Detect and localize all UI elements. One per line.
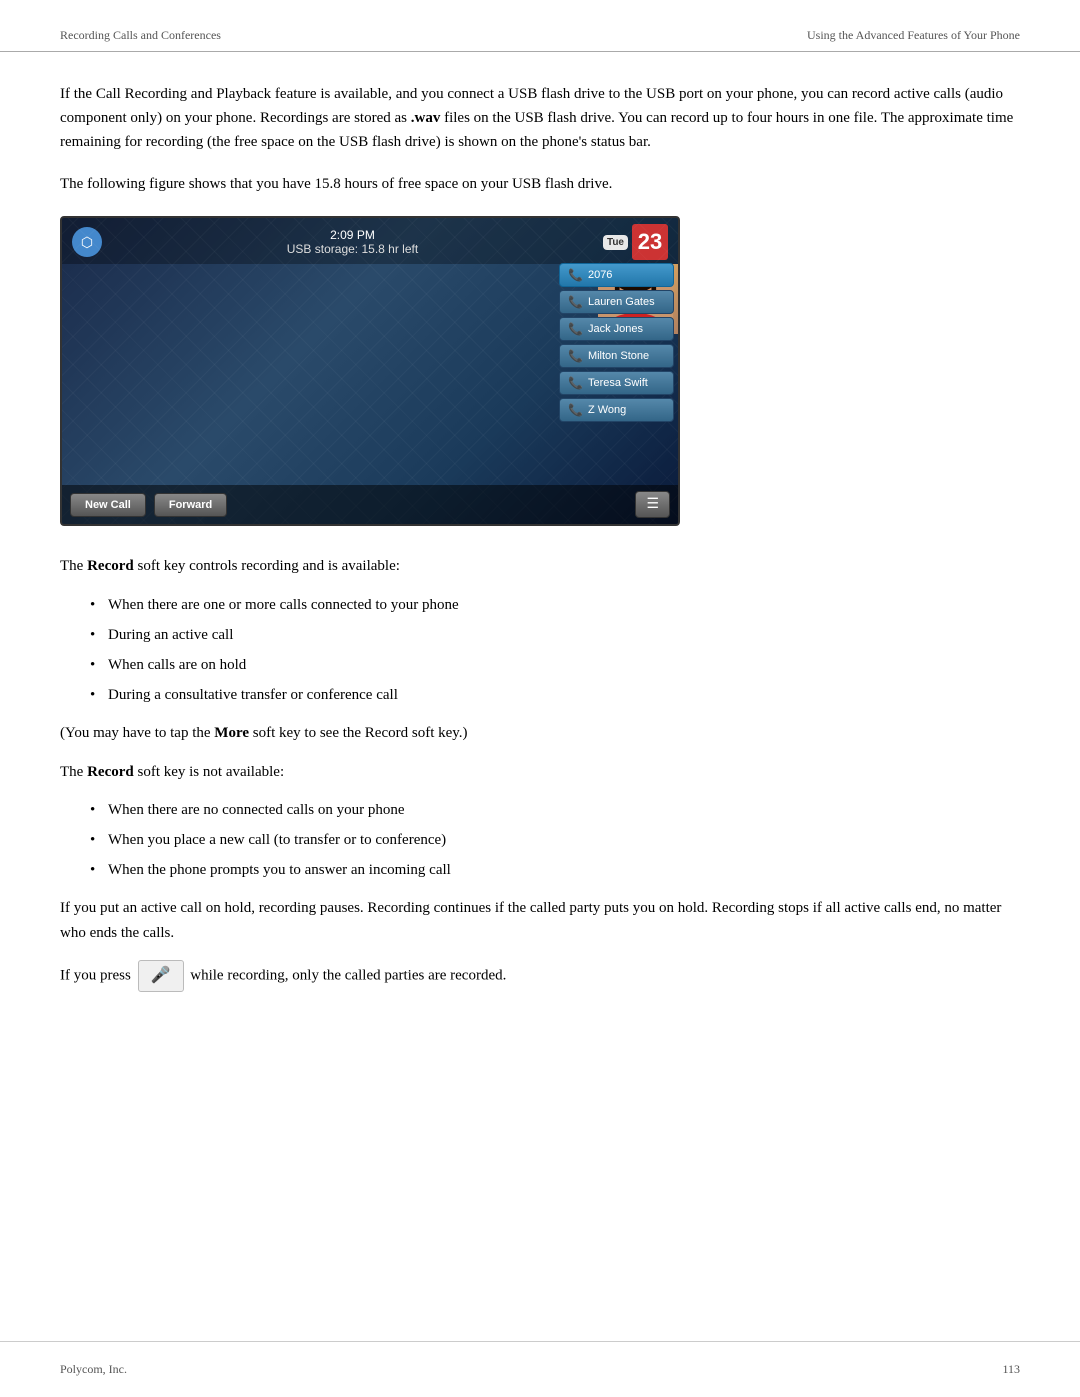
phone-icon-milton: 📞 (568, 349, 583, 363)
record-bold-1: Record (87, 558, 134, 574)
phone-icon-wong: 📞 (568, 403, 583, 417)
contact-btn-milton[interactable]: 📞 Milton Stone (559, 344, 674, 368)
bullet-available-3: When calls are on hold (90, 653, 1020, 677)
new-call-softkey[interactable]: New Call (70, 493, 146, 517)
contact-btn-wong[interactable]: 📞 Z Wong (559, 398, 674, 422)
soft-keys-bar: New Call Forward ☰ (62, 485, 678, 524)
record-available-intro: The Record soft key controls recording a… (60, 554, 1020, 579)
contact-label-milton: Milton Stone (588, 350, 649, 362)
contact-btn-2076[interactable]: 📞 2076 (559, 263, 674, 287)
intro-paragraph-1: If the Call Recording and Playback featu… (60, 82, 1020, 154)
status-bar-center: 2:09 PM USB storage: 15.8 hr left (102, 228, 603, 256)
day-number: 23 (632, 224, 668, 260)
footer-left: Polycom, Inc. (60, 1362, 127, 1377)
mute-button-inline: 🎤 (138, 960, 184, 992)
mute-note: If you press 🎤 while recording, only the… (60, 960, 1020, 992)
contact-label-teresa: Teresa Swift (588, 377, 648, 389)
bullet-not-2: When you place a new call (to transfer o… (90, 828, 1020, 852)
right-buttons: 📞 2076 📞 Lauren Gates 📞 Jack Jones 📞 Mil… (559, 263, 674, 422)
status-bar-right: Tue 23 (603, 224, 668, 260)
phone-icon-lauren: 📞 (568, 295, 583, 309)
forward-softkey[interactable]: Forward (154, 493, 227, 517)
contact-label-2076: 2076 (588, 269, 612, 281)
usb-icon: ⬡ (72, 227, 102, 257)
record-not-available-intro: The Record soft key is not available: (60, 760, 1020, 785)
contact-btn-jack[interactable]: 📞 Jack Jones (559, 317, 674, 341)
phone-icon-2076: 📞 (568, 268, 583, 282)
contact-label-wong: Z Wong (588, 404, 626, 416)
mute-icon: 🎤 (151, 963, 171, 989)
bullets-available: When there are one or more calls connect… (90, 593, 1020, 707)
day-abbr: Tue (603, 235, 628, 250)
contact-label-jack: Jack Jones (588, 323, 643, 335)
page-header: Recording Calls and Conferences Using th… (0, 0, 1080, 52)
more-bold: More (214, 725, 249, 741)
status-bar-left: ⬡ (72, 227, 102, 257)
status-bar: ⬡ 2:09 PM USB storage: 15.8 hr left Tue … (62, 218, 678, 264)
menu-icon-button[interactable]: ☰ (635, 491, 670, 518)
main-content: If the Call Recording and Playback featu… (0, 52, 1080, 1046)
usb-storage-text: USB storage: 15.8 hr left (102, 242, 603, 256)
bullets-not-available: When there are no connected calls on you… (90, 798, 1020, 882)
phone-icon-jack: 📞 (568, 322, 583, 336)
contact-btn-teresa[interactable]: 📞 Teresa Swift (559, 371, 674, 395)
header-left: Recording Calls and Conferences (60, 28, 221, 43)
bullet-available-1: When there are one or more calls connect… (90, 593, 1020, 617)
bullet-available-4: During a consultative transfer or confer… (90, 683, 1020, 707)
more-note: (You may have to tap the More soft key t… (60, 721, 1020, 746)
contact-btn-lauren[interactable]: 📞 Lauren Gates (559, 290, 674, 314)
phone-screenshot: ⬡ 2:09 PM USB storage: 15.8 hr left Tue … (60, 216, 680, 526)
bullet-available-2: During an active call (90, 623, 1020, 647)
footer-right: 113 (1002, 1362, 1020, 1377)
bullet-not-1: When there are no connected calls on you… (90, 798, 1020, 822)
phone-icon-teresa: 📞 (568, 376, 583, 390)
page-footer: Polycom, Inc. 113 (0, 1341, 1080, 1397)
bullet-not-3: When the phone prompts you to answer an … (90, 858, 1020, 882)
header-right: Using the Advanced Features of Your Phon… (807, 28, 1020, 43)
record-bold-2: Record (87, 764, 134, 780)
intro-paragraph-2: The following figure shows that you have… (60, 172, 1020, 196)
contact-label-lauren: Lauren Gates (588, 296, 655, 308)
hold-note: If you put an active call on hold, recor… (60, 896, 1020, 946)
time-display: 2:09 PM (102, 228, 603, 242)
